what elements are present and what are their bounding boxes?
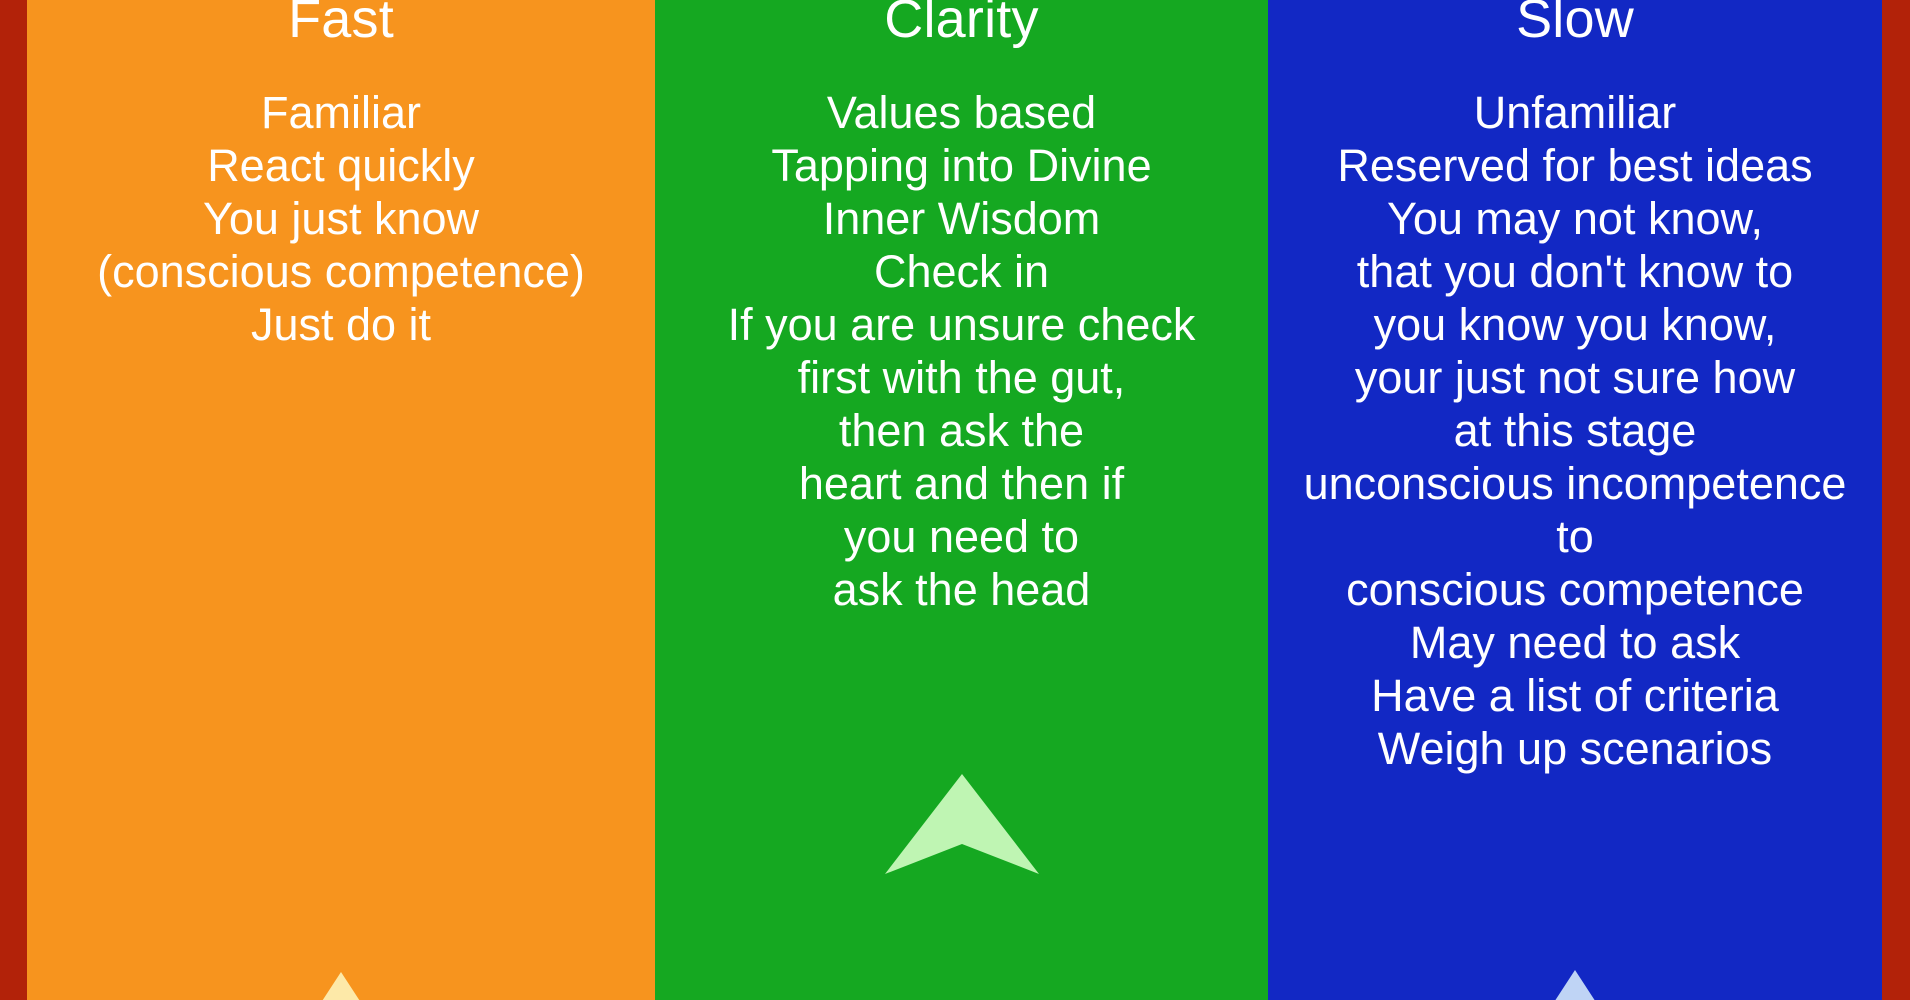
column-clarity-line: then ask the	[838, 405, 1085, 456]
column-clarity-line: If you are unsure check	[727, 299, 1196, 350]
column-clarity-title: Clarity	[884, 0, 1039, 49]
column-slow-line: May need to ask	[1409, 617, 1741, 668]
chevron-up-icon	[1555, 970, 1595, 1000]
column-fast-arrow-wrap	[27, 968, 655, 1000]
column-slow-line: to	[1556, 511, 1594, 562]
column-fast-body: Familiar React quickly You just know (co…	[27, 86, 655, 351]
column-clarity-line: Check in	[873, 246, 1050, 297]
left-red-edge-bar	[0, 0, 27, 1000]
column-slow-line: your just not sure how	[1354, 352, 1796, 403]
slide-canvas: Fast Familiar React quickly You just kno…	[0, 0, 1910, 1000]
column-slow-line: Unfamiliar	[1473, 87, 1677, 138]
column-slow-line: You may not know,	[1386, 193, 1764, 244]
column-fast-line: You just know	[202, 193, 480, 244]
column-slow-line: Weigh up scenarios	[1377, 723, 1773, 774]
column-fast-line: Just do it	[250, 299, 432, 350]
column-clarity[interactable]: Clarity Values based Tapping into Divine…	[655, 0, 1268, 1000]
column-slow-line: conscious competence	[1346, 564, 1804, 615]
column-clarity-body: Values based Tapping into Divine Inner W…	[655, 86, 1268, 616]
column-slow-title: Slow	[1516, 0, 1634, 49]
column-slow-body: Unfamiliar Reserved for best ideas You m…	[1268, 86, 1882, 775]
chevron-up-icon	[884, 774, 1039, 874]
column-slow-line: that you don't know to	[1356, 246, 1794, 297]
column-clarity-line: heart and then if	[798, 458, 1125, 509]
column-slow[interactable]: Slow Unfamiliar Reserved for best ideas …	[1268, 0, 1882, 1000]
column-slow-line: Reserved for best ideas	[1337, 140, 1813, 191]
columns-container: Fast Familiar React quickly You just kno…	[27, 0, 1882, 1000]
column-slow-line: at this stage	[1453, 405, 1697, 456]
column-clarity-line: Inner Wisdom	[822, 193, 1101, 244]
column-clarity-line: first with the gut,	[797, 352, 1126, 403]
column-clarity-line: Values based	[826, 87, 1097, 138]
column-fast-title: Fast	[288, 0, 394, 49]
column-fast[interactable]: Fast Familiar React quickly You just kno…	[27, 0, 655, 1000]
chevron-up-icon	[322, 972, 360, 1000]
column-clarity-arrow-wrap	[655, 770, 1268, 880]
column-clarity-line: ask the head	[832, 564, 1091, 615]
column-slow-line: Have a list of criteria	[1371, 670, 1779, 721]
column-clarity-line: Tapping into Divine	[771, 140, 1152, 191]
column-clarity-line: you need to	[843, 511, 1080, 562]
right-red-edge-bar	[1882, 0, 1910, 1000]
column-fast-line: (conscious competence)	[97, 246, 585, 297]
column-fast-line: Familiar	[260, 87, 421, 138]
column-slow-line: you know you know,	[1373, 299, 1777, 350]
column-fast-line: React quickly	[207, 140, 475, 191]
column-slow-arrow-wrap	[1268, 966, 1882, 1000]
column-slow-line: unconscious incompetence	[1303, 458, 1847, 509]
